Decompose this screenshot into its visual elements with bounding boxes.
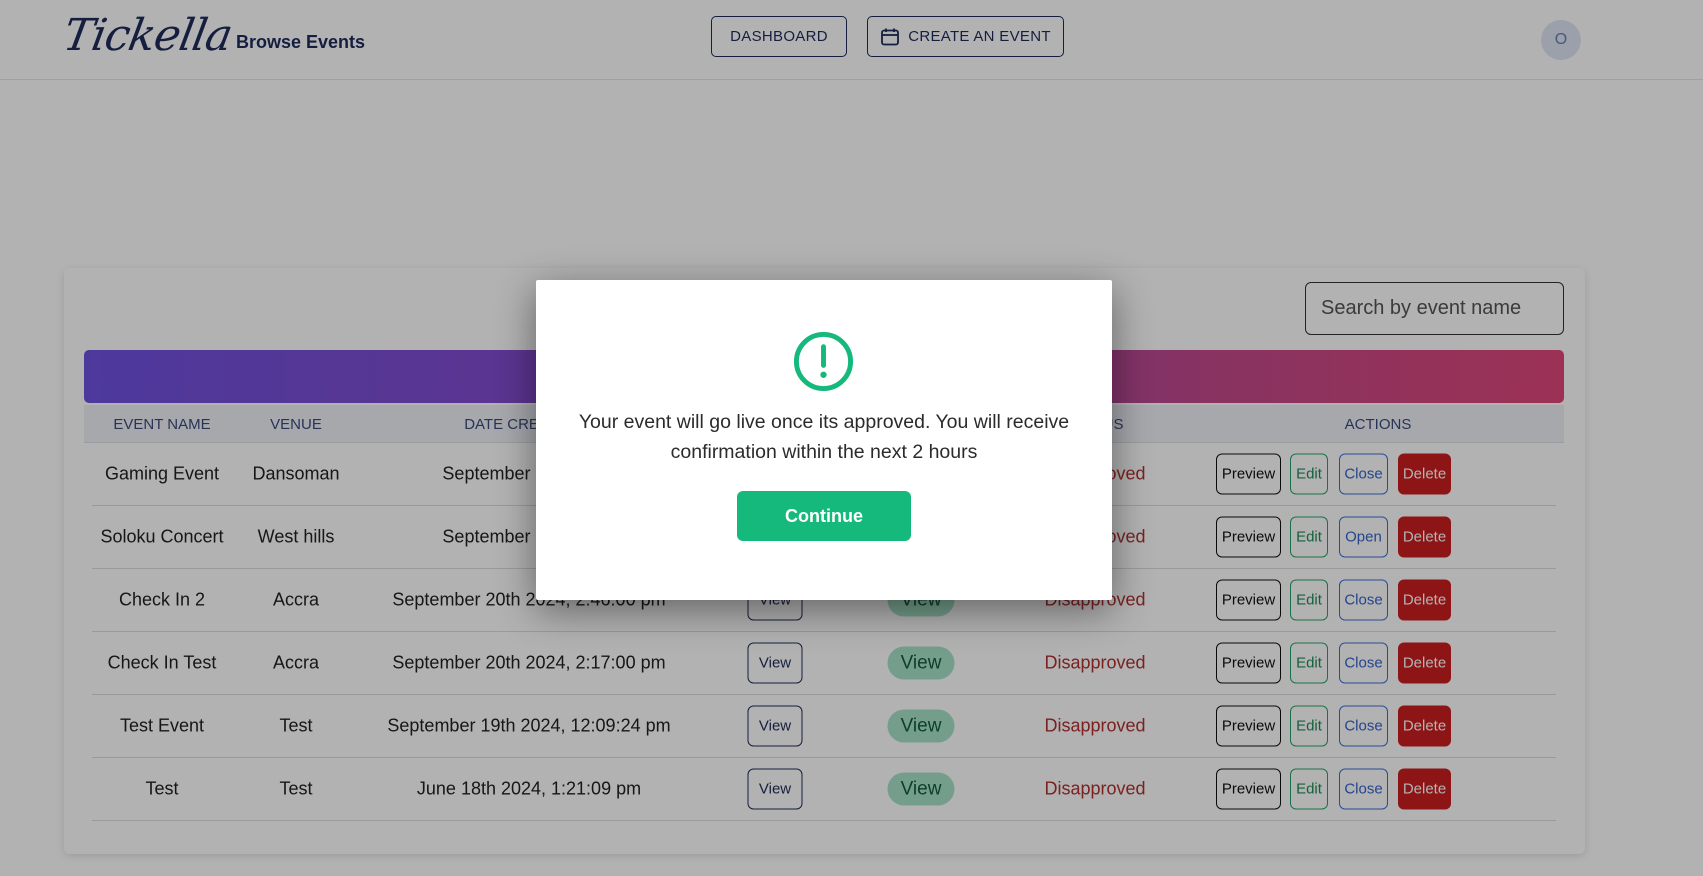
approval-modal: Your event will go live once its approve… xyxy=(536,280,1112,600)
exclamation-circle-icon xyxy=(793,331,854,392)
modal-message: Your event will go live once its approve… xyxy=(578,411,1070,463)
continue-button[interactable]: Continue xyxy=(737,491,911,541)
